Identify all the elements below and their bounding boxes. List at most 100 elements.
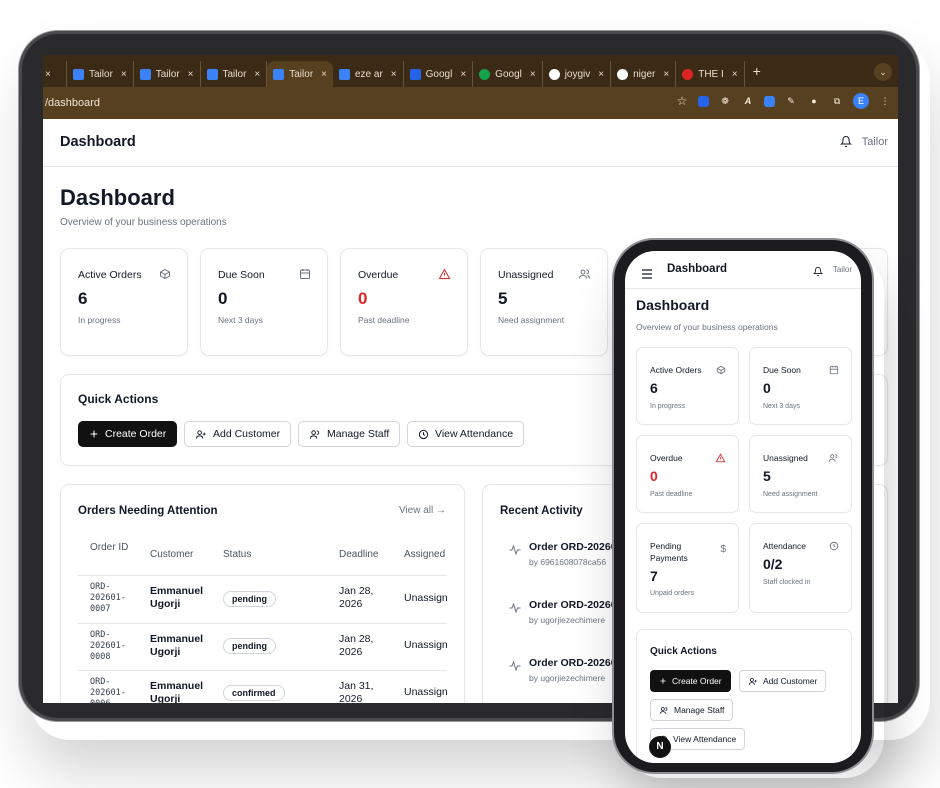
package-icon [159,267,171,285]
close-icon[interactable]: × [530,69,536,80]
tab-label: THE I [698,68,724,80]
column-header: Assigned [404,549,446,560]
users-icon [578,267,591,285]
stat-card-unassigned[interactable]: Unassigned 5 Need assignment [749,435,852,513]
close-icon[interactable]: × [321,69,327,80]
browser-tab[interactable]: Tailor × [201,61,268,87]
order-id[interactable]: ORD-202601-0008 [90,630,134,663]
new-tab-button[interactable]: + [753,63,761,79]
close-icon[interactable]: × [663,69,669,80]
close-icon[interactable]: × [732,69,738,80]
add-customer-button[interactable]: Add Customer [184,421,292,447]
stat-value: 5 [763,468,771,484]
view-all-link[interactable]: View all → [399,505,446,516]
user-name[interactable]: Tailor [862,136,888,148]
stat-card-due-soon[interactable]: Due Soon 0 Next 3 days [749,347,852,425]
extension-icon[interactable] [764,95,775,107]
stat-value: 0 [358,289,368,308]
browser-tab[interactable]: Tailor × [67,61,134,87]
package-icon [716,362,726,380]
quick-actions-title: Quick Actions [650,646,717,657]
phone-device: Dashboard Tailor Dashboard Overview of y… [612,238,874,774]
close-icon[interactable]: × [598,69,604,80]
manage-staff-button[interactable]: Manage Staff [298,421,401,447]
google-icon [617,68,629,80]
row-divider [78,575,447,576]
eyedropper-icon[interactable]: ✎ [784,94,798,108]
google-icon [548,68,560,80]
stat-card-overdue[interactable]: Overdue 0 Past deadline [636,435,739,513]
stat-label: Due Soon [218,269,265,281]
browser-tab[interactable]: THE I × [676,61,745,87]
close-icon[interactable]: × [121,69,127,80]
plus-icon [659,677,667,685]
user-name[interactable]: Tailor [833,265,852,274]
more-vertical-icon[interactable]: ⋮ [878,94,892,108]
favicon-icon [206,68,218,80]
puzzle-icon[interactable]: ⧉ [830,94,844,108]
tab-label: Googl [495,68,522,80]
row-divider [78,670,447,671]
close-icon[interactable]: × [188,69,194,80]
phone-screen: Dashboard Tailor Dashboard Overview of y… [625,251,861,763]
browser-tab[interactable]: joygiv × [543,61,612,87]
close-icon[interactable]: × [254,69,260,80]
close-icon[interactable]: × [45,69,51,80]
order-id[interactable]: ORD-202601-0007 [90,582,134,615]
browser-tab[interactable]: × [43,61,67,87]
browser-tab[interactable]: Googl × [473,61,543,87]
chevron-down-icon[interactable]: ⌄ [874,63,892,81]
browser-tab[interactable]: eze ar × [333,61,404,87]
url-field[interactable]: /dashboard [43,97,100,109]
stat-value: 0 [218,289,228,308]
phone-header-title: Dashboard [667,263,728,275]
users-icon [659,706,669,715]
stat-card-active-orders[interactable]: Active Orders 6 In progress [60,248,188,356]
profile-avatar[interactable]: E [853,93,869,109]
extension-icon[interactable]: ❁ [718,94,732,108]
stat-value: 5 [498,289,508,308]
customer-name: Emmanuel Ugorji [150,633,204,658]
manage-staff-button[interactable]: Manage Staff [650,699,734,721]
browser-tab[interactable]: niger × [611,61,677,87]
customer-name: Emmanuel Ugorji [150,680,204,703]
close-icon[interactable]: × [460,69,466,80]
bell-icon[interactable] [839,135,853,153]
browser-tab[interactable]: Googl × [404,61,474,87]
bell-icon[interactable] [812,264,824,282]
stat-card-overdue[interactable]: Overdue 0 Past deadline [340,248,468,356]
column-header: Deadline [339,549,379,560]
create-order-button[interactable]: Create Order [78,421,178,447]
stat-note: Next 3 days [763,403,800,410]
button-label: View Attendance [435,428,514,440]
stat-note: Next 3 days [218,315,263,325]
add-customer-button[interactable]: Add Customer [739,670,827,692]
stat-card-unassigned[interactable]: Unassigned 5 Need assignment [480,248,608,356]
star-icon[interactable]: ☆ [675,94,689,108]
activity-title[interactable]: Order ORD-202601 [529,657,622,669]
button-label: Create Order [105,428,167,440]
extension-icon[interactable]: ● [807,94,821,108]
activity-author: by ugorjiezechimere [529,673,606,683]
browser-tab[interactable]: Tailor × [134,61,201,87]
stat-card-due-soon[interactable]: Due Soon 0 Next 3 days [200,248,328,356]
stat-card-pending-payments[interactable]: Pending Payments $ 7 Unpaid orders [636,523,739,613]
menu-icon[interactable] [641,266,653,284]
extension-icon[interactable] [698,95,709,107]
activity-title[interactable]: Order ORD-202601 [529,541,622,553]
view-attendance-button[interactable]: View Attendance [407,421,525,447]
order-id[interactable]: ORD-202601-0006 [90,677,134,703]
browser-tab-active[interactable]: Tailor × [267,61,333,87]
dev-tools-badge[interactable]: N [649,736,671,758]
activity-title[interactable]: Order ORD-202601 [529,599,622,611]
create-order-button[interactable]: Create Order [650,670,731,692]
column-header: Customer [150,549,194,560]
deadline: Jan 28, 2026 [339,633,374,658]
button-label: Add Customer [763,676,818,686]
stat-card-active-orders[interactable]: Active Orders 6 In progress [636,347,739,425]
plus-icon [89,429,99,439]
extension-icon[interactable]: A [741,94,755,108]
stat-card-attendance[interactable]: Attendance 0/2 Staff clocked in [749,523,852,613]
stat-note: Past deadline [650,491,693,498]
close-icon[interactable]: × [391,69,397,80]
